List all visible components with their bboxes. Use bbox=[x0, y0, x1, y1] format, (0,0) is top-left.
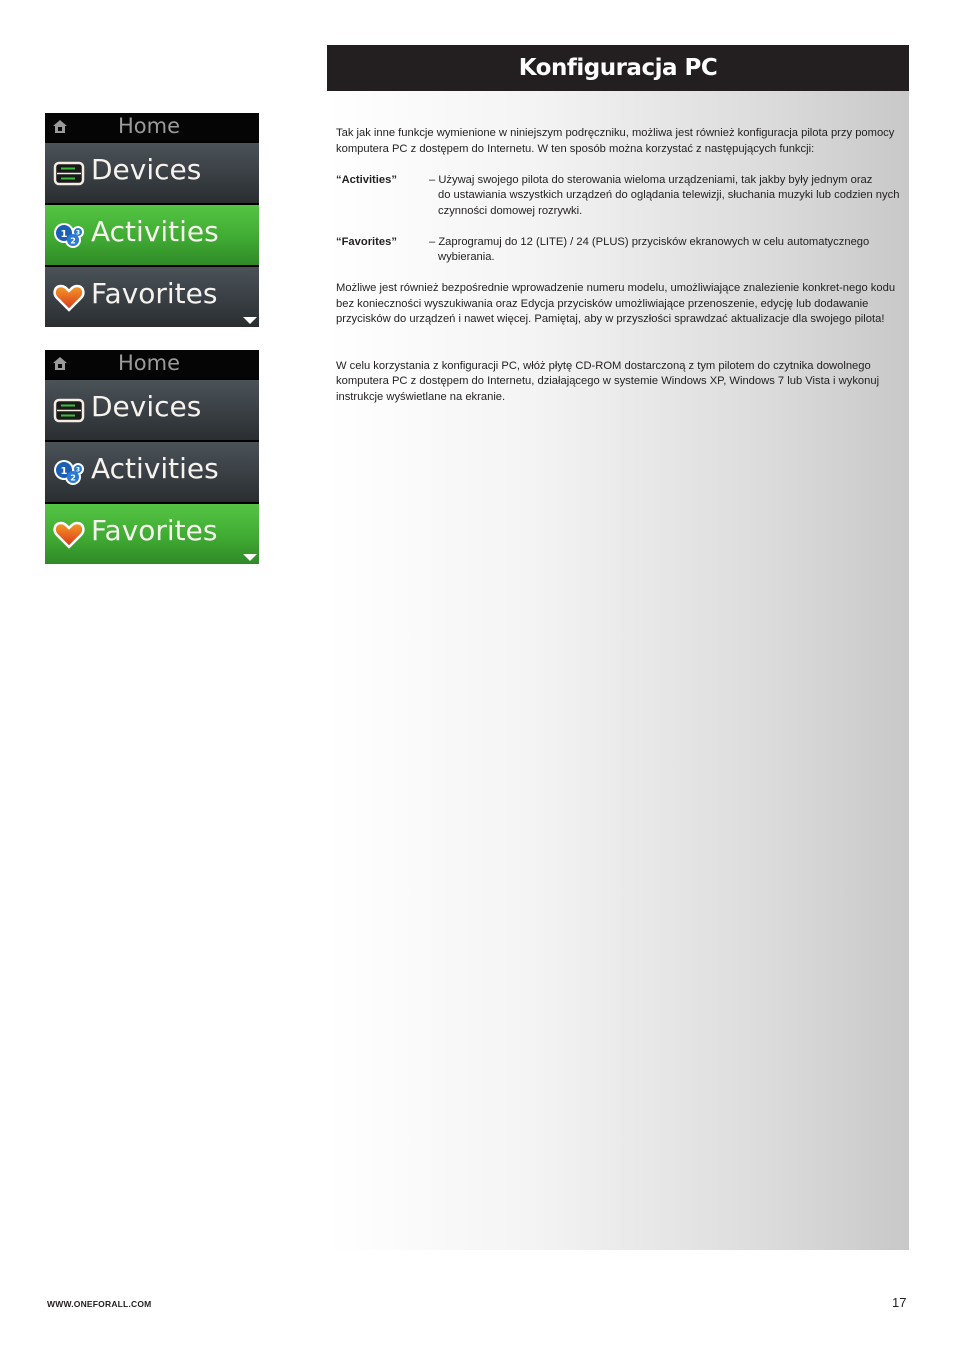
svg-text:3: 3 bbox=[76, 467, 80, 474]
menu-item-favorites[interactable]: Favorites bbox=[45, 267, 259, 327]
menu-item-favorites[interactable]: Favorites bbox=[45, 504, 259, 564]
menu-item-devices[interactable]: Devices bbox=[45, 143, 259, 203]
svg-text:2: 2 bbox=[70, 474, 76, 483]
activities-icon: 1 2 3 bbox=[54, 460, 84, 485]
menu-item-devices[interactable]: Devices bbox=[45, 380, 259, 440]
menu-item-label: Devices bbox=[91, 153, 202, 186]
section-header: Konfiguracja PC bbox=[327, 45, 909, 91]
body-text: Tak jak inne funkcje wymienione w niniej… bbox=[336, 126, 904, 405]
remote-screen-activities-selected: Home Devices 1 2 3 Activities Favorites bbox=[45, 113, 259, 327]
definition-term: “Activities” bbox=[336, 173, 397, 186]
svg-text:1: 1 bbox=[61, 466, 68, 477]
menu-item-label: Devices bbox=[91, 390, 202, 423]
remote-titlebar: Home bbox=[45, 113, 259, 141]
instructions-paragraph: W celu korzystania z konfiguracji PC, wł… bbox=[336, 359, 880, 403]
down-arrow-icon[interactable] bbox=[243, 554, 257, 561]
definition-text-cont: do ustawiania wszystkich urządzeń do ogl… bbox=[438, 189, 900, 217]
home-icon bbox=[53, 120, 67, 133]
remote-screen-favorites-selected: Home Devices 1 2 3 Activities Favorites bbox=[45, 350, 259, 564]
favorites-heart-icon bbox=[53, 521, 85, 549]
definition-activities: “Activities” – Używaj swojego pilota do … bbox=[336, 173, 904, 220]
menu-item-label: Favorites bbox=[91, 277, 218, 310]
definition-text-cont: wybierania. bbox=[438, 251, 495, 263]
svg-text:2: 2 bbox=[70, 237, 76, 246]
home-icon bbox=[53, 357, 67, 370]
favorites-heart-icon bbox=[53, 284, 85, 312]
page-number: 17 bbox=[892, 1295, 907, 1310]
definition-text: – Używaj swojego pilota do sterowania wi… bbox=[429, 173, 873, 186]
menu-item-label: Activities bbox=[91, 452, 219, 485]
features-paragraph: Możliwe jest również bezpośrednie wprowa… bbox=[336, 282, 896, 325]
definition-term: “Favorites” bbox=[336, 235, 397, 248]
definition-text: – Zaprogramuj do 12 (LITE) / 24 (PLUS) p… bbox=[429, 235, 870, 248]
menu-item-activities[interactable]: 1 2 3 Activities bbox=[45, 205, 259, 265]
definition-favorites: “Favorites” – Zaprogramuj do 12 (LITE) /… bbox=[336, 235, 904, 266]
svg-text:3: 3 bbox=[76, 230, 80, 237]
footer-url[interactable]: WWW.ONEFORALL.COM bbox=[47, 1299, 151, 1309]
intro-paragraph: Tak jak inne funkcje wymienione w niniej… bbox=[336, 127, 895, 155]
remote-title: Home bbox=[118, 351, 181, 375]
remote-title: Home bbox=[118, 114, 181, 138]
menu-item-label: Favorites bbox=[91, 514, 218, 547]
devices-icon bbox=[53, 398, 85, 423]
page-title: Konfiguracja PC bbox=[518, 55, 718, 81]
devices-icon bbox=[53, 161, 85, 186]
down-arrow-icon[interactable] bbox=[243, 317, 257, 324]
menu-item-activities[interactable]: 1 2 3 Activities bbox=[45, 442, 259, 502]
menu-item-label: Activities bbox=[91, 215, 219, 248]
remote-titlebar: Home bbox=[45, 350, 259, 378]
svg-text:1: 1 bbox=[61, 229, 68, 240]
activities-icon: 1 2 3 bbox=[54, 223, 84, 248]
